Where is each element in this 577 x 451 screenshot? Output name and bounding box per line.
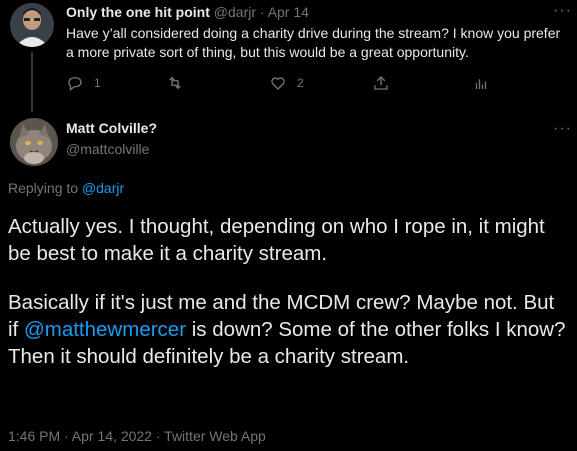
analytics-button[interactable] bbox=[472, 74, 490, 92]
author-name[interactable]: Only the one hit point bbox=[66, 4, 210, 20]
author-name[interactable]: Matt Colville? bbox=[66, 120, 157, 136]
retweet-button[interactable] bbox=[166, 74, 194, 92]
main-tweet-text: Actually yes. I thought, depending on wh… bbox=[8, 213, 568, 392]
avatar-image bbox=[10, 118, 58, 166]
replying-to: Replying to @darjr bbox=[8, 180, 124, 196]
ellipsis-icon[interactable]: ··· bbox=[553, 120, 572, 138]
thread-connector-line bbox=[31, 52, 33, 112]
avatar[interactable] bbox=[10, 3, 54, 47]
tweet-paragraph: Basically if it's just me and the MCDM c… bbox=[8, 289, 568, 370]
share-button[interactable] bbox=[372, 74, 390, 92]
retweet-icon bbox=[169, 76, 181, 90]
share-icon bbox=[374, 76, 388, 90]
tweet-timestamp[interactable]: 1:46 PM · Apr 14, 2022 · Twitter Web App bbox=[8, 428, 266, 444]
like-button[interactable]: 2 bbox=[269, 74, 304, 92]
tweet-date[interactable]: Apr 14 bbox=[268, 4, 309, 20]
avatar[interactable] bbox=[10, 118, 58, 166]
replying-to-label: Replying to bbox=[8, 180, 79, 196]
ellipsis-icon[interactable]: ··· bbox=[553, 2, 572, 20]
tweet-actions: 1 2 bbox=[66, 74, 506, 96]
author-handle[interactable]: @mattcolville bbox=[66, 141, 149, 157]
tweet-paragraph: Actually yes. I thought, depending on wh… bbox=[8, 215, 545, 265]
reply-button[interactable]: 1 bbox=[66, 74, 101, 92]
reply-tweet-text: Have y’all considered doing a charity dr… bbox=[66, 25, 561, 60]
author-handle[interactable]: @darjr bbox=[214, 4, 256, 20]
replying-to-handle-link[interactable]: @darjr bbox=[82, 180, 124, 196]
heart-icon bbox=[271, 77, 285, 90]
like-count: 2 bbox=[297, 76, 304, 90]
mention-link[interactable]: @matthewmercer bbox=[24, 318, 186, 341]
separator: · bbox=[259, 4, 265, 20]
analytics-icon bbox=[475, 79, 487, 89]
reply-icon bbox=[68, 77, 82, 92]
avatar-image bbox=[10, 3, 54, 47]
reply-count: 1 bbox=[94, 76, 101, 90]
reply-tweet-header: Only the one hit point @darjr · Apr 14 bbox=[66, 4, 309, 20]
